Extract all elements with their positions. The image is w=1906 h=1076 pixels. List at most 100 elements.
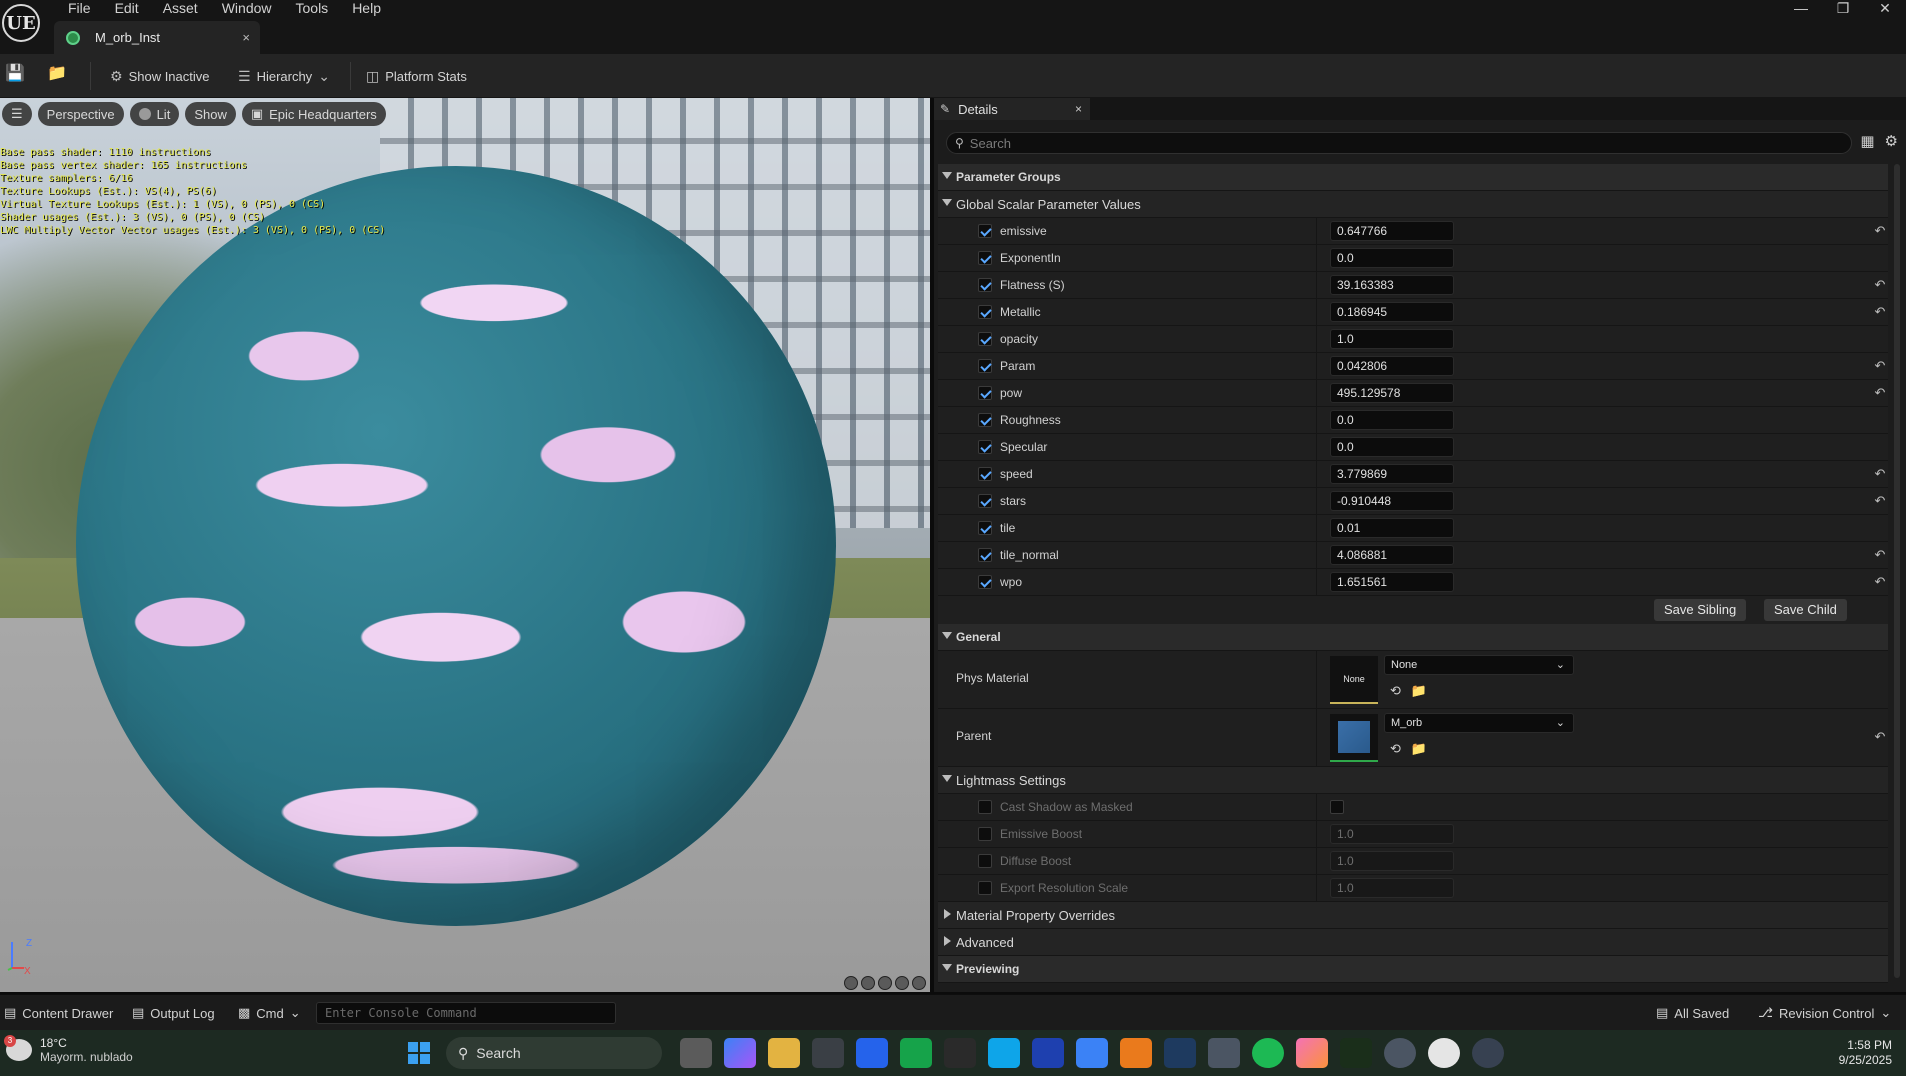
- save-child-button[interactable]: Save Child: [1764, 599, 1847, 621]
- cube-shape-icon[interactable]: [895, 976, 909, 990]
- details-scrollbar[interactable]: [1894, 164, 1900, 978]
- restore-button[interactable]: ❐: [1822, 0, 1864, 18]
- unreal-engine-taskbar-icon[interactable]: [1428, 1038, 1460, 1068]
- perspective-button[interactable]: Perspective: [37, 102, 124, 126]
- lit-button[interactable]: Lit: [129, 102, 180, 126]
- reset-to-default-icon[interactable]: ↶: [1872, 223, 1888, 239]
- steam-icon[interactable]: [1164, 1038, 1196, 1068]
- spotify-icon[interactable]: [1252, 1038, 1284, 1068]
- param-value-input[interactable]: [1330, 518, 1454, 538]
- general-header[interactable]: General: [938, 624, 1888, 651]
- param-override-checkbox[interactable]: [978, 494, 992, 508]
- param-override-checkbox[interactable]: [978, 467, 992, 481]
- console-command-input[interactable]: [316, 1002, 616, 1024]
- environment-button[interactable]: ▣ Epic Headquarters: [241, 102, 386, 126]
- param-override-checkbox[interactable]: [978, 278, 992, 292]
- close-tab-icon[interactable]: ×: [242, 30, 250, 45]
- lightmass-override-checkbox[interactable]: [978, 800, 992, 814]
- document-tab[interactable]: M_orb_Inst ×: [54, 21, 260, 54]
- parameter-groups-header[interactable]: Parameter Groups: [938, 164, 1888, 191]
- edge-icon[interactable]: [988, 1038, 1020, 1068]
- hierarchy-button[interactable]: ☰ Hierarchy ⌄: [238, 65, 330, 87]
- reset-to-default-icon[interactable]: ↶: [1872, 358, 1888, 374]
- blue-app-icon[interactable]: [856, 1038, 888, 1068]
- sphere-shape-icon[interactable]: [861, 976, 875, 990]
- xbox-icon[interactable]: [900, 1038, 932, 1068]
- cmd-button[interactable]: ▩ Cmd ⌄: [238, 1005, 301, 1021]
- param-override-checkbox[interactable]: [978, 305, 992, 319]
- content-drawer-button[interactable]: ▤ Content Drawer: [4, 1005, 113, 1021]
- revision-control-button[interactable]: ⎇ Revision Control ⌄: [1758, 1005, 1891, 1021]
- param-value-input[interactable]: [1330, 545, 1454, 565]
- menu-help[interactable]: Help: [340, 0, 393, 18]
- reset-to-default-icon[interactable]: ↶: [1872, 574, 1888, 590]
- menu-tools[interactable]: Tools: [284, 0, 341, 18]
- obs-icon[interactable]: [1472, 1038, 1504, 1068]
- platform-stats-button[interactable]: ◫ Platform Stats: [366, 65, 467, 87]
- param-override-checkbox[interactable]: [978, 575, 992, 589]
- photos-icon[interactable]: [1032, 1038, 1064, 1068]
- reset-to-default-icon[interactable]: ↶: [1872, 493, 1888, 509]
- save-icon[interactable]: 💾: [4, 63, 26, 85]
- taskbar-clock[interactable]: 1:58 PM 9/25/2025: [1839, 1038, 1892, 1068]
- lightmass-value-checkbox[interactable]: [1330, 800, 1344, 814]
- param-override-checkbox[interactable]: [978, 359, 992, 373]
- param-value-input[interactable]: [1330, 356, 1454, 376]
- avatar-app-icon[interactable]: [1384, 1038, 1416, 1068]
- lightmass-override-checkbox[interactable]: [978, 854, 992, 868]
- weather-widget[interactable]: 3 18°C Mayorm. nublado: [4, 1035, 133, 1064]
- custom-mesh-icon[interactable]: [912, 976, 926, 990]
- param-value-input[interactable]: [1330, 221, 1454, 241]
- menu-edit[interactable]: Edit: [103, 0, 151, 18]
- use-selected-icon[interactable]: ⟲: [1390, 683, 1401, 699]
- lightmass-override-checkbox[interactable]: [978, 827, 992, 841]
- close-details-icon[interactable]: ×: [1075, 102, 1082, 116]
- reset-to-default-icon[interactable]: ↶: [1872, 729, 1888, 745]
- param-override-checkbox[interactable]: [978, 413, 992, 427]
- reset-to-default-icon[interactable]: ↶: [1872, 277, 1888, 293]
- param-override-checkbox[interactable]: [978, 332, 992, 346]
- epic-games-icon[interactable]: [944, 1038, 976, 1068]
- lightmass-header[interactable]: Lightmass Settings: [938, 767, 1888, 794]
- param-override-checkbox[interactable]: [978, 440, 992, 454]
- param-value-input[interactable]: [1330, 572, 1454, 592]
- param-override-checkbox[interactable]: [978, 548, 992, 562]
- lightmass-value-input[interactable]: [1330, 824, 1454, 844]
- param-value-input[interactable]: [1330, 491, 1454, 511]
- param-value-input[interactable]: [1330, 437, 1454, 457]
- reset-to-default-icon[interactable]: ↶: [1872, 547, 1888, 563]
- close-window-button[interactable]: ✕: [1864, 0, 1906, 18]
- param-override-checkbox[interactable]: [978, 224, 992, 238]
- lightmass-override-checkbox[interactable]: [978, 881, 992, 895]
- parent-dropdown[interactable]: M_orb ⌄: [1384, 713, 1574, 733]
- substance-painter-icon[interactable]: [1340, 1038, 1372, 1068]
- windows-start-button[interactable]: [408, 1042, 430, 1064]
- file-explorer-icon[interactable]: [768, 1038, 800, 1068]
- global-scalar-header[interactable]: Global Scalar Parameter Values: [938, 191, 1888, 218]
- phys-material-thumbnail[interactable]: None: [1330, 656, 1378, 704]
- copilot-icon[interactable]: [724, 1038, 756, 1068]
- table-view-icon[interactable]: ▦: [1860, 132, 1874, 150]
- parent-thumbnail[interactable]: [1330, 714, 1378, 762]
- unreal-logo[interactable]: UE: [2, 4, 40, 42]
- plane-shape-icon[interactable]: [878, 976, 892, 990]
- gear-icon[interactable]: ⚙: [1885, 132, 1898, 150]
- details-tab[interactable]: ✎ Details ×: [934, 98, 1090, 120]
- reset-to-default-icon[interactable]: ↶: [1872, 304, 1888, 320]
- previewing-header[interactable]: Previewing: [938, 956, 1888, 983]
- param-value-input[interactable]: [1330, 329, 1454, 349]
- material-property-overrides-header[interactable]: Material Property Overrides: [938, 902, 1888, 929]
- param-value-input[interactable]: [1330, 464, 1454, 484]
- cylinder-shape-icon[interactable]: [844, 976, 858, 990]
- lightmass-value-input[interactable]: [1330, 851, 1454, 871]
- blender-icon[interactable]: [1120, 1038, 1152, 1068]
- lightmass-value-input[interactable]: [1330, 878, 1454, 898]
- all-saved-button[interactable]: ▤ All Saved: [1656, 1005, 1729, 1021]
- param-override-checkbox[interactable]: [978, 251, 992, 265]
- param-value-input[interactable]: [1330, 248, 1454, 268]
- advanced-header[interactable]: Advanced: [938, 929, 1888, 956]
- menu-asset[interactable]: Asset: [151, 0, 210, 18]
- param-value-input[interactable]: [1330, 410, 1454, 430]
- store-icon[interactable]: [1076, 1038, 1108, 1068]
- menu-window[interactable]: Window: [210, 0, 284, 18]
